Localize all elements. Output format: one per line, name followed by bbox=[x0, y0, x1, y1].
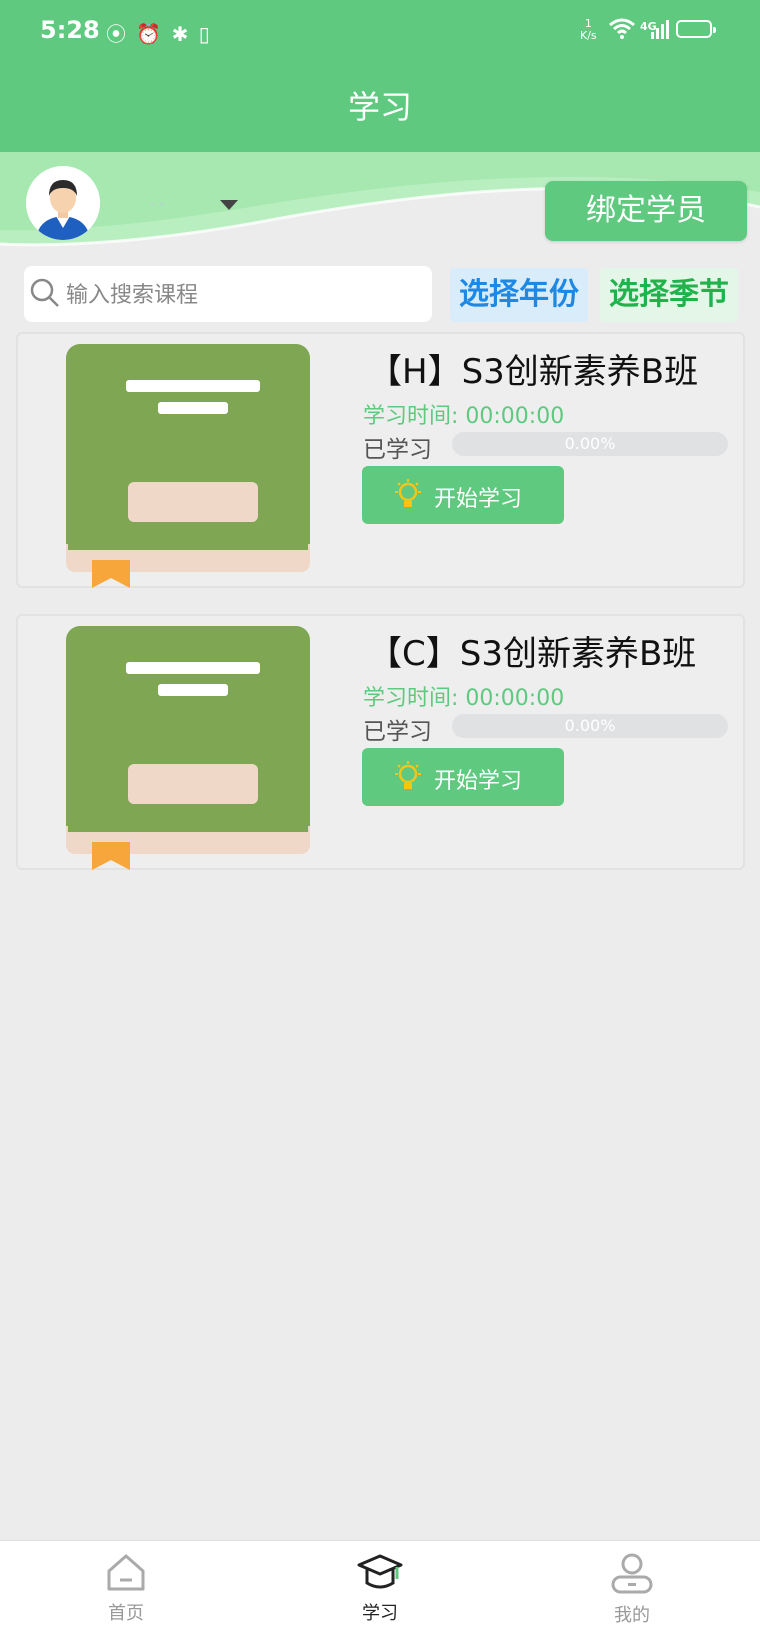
learned-label: 已学习 bbox=[363, 437, 432, 463]
home-icon bbox=[107, 1554, 145, 1591]
learned-label: 已学习 bbox=[363, 719, 432, 745]
progress-text: 0.00% bbox=[564, 716, 616, 735]
nav-study-label: 学习 bbox=[362, 1603, 398, 1624]
book-cover-icon bbox=[66, 626, 310, 870]
course-title: 【H】S3创新素养B班 bbox=[368, 352, 699, 392]
course-card[interactable]: 【C】S3创新素养B班 学习时间: 00:00:00 已学习 0.00% 开始学… bbox=[16, 614, 745, 870]
study-time: 学习时间: 00:00:00 bbox=[363, 686, 565, 711]
student-dropdown-caret-icon[interactable] bbox=[220, 200, 238, 210]
select-season-button[interactable]: 选择季节 bbox=[600, 268, 738, 322]
search-icon bbox=[30, 278, 59, 307]
search-input[interactable] bbox=[64, 274, 428, 316]
progress-bar: 0.00% bbox=[452, 432, 728, 456]
app-header: 5:28 ⦿ ⏰ ✱ ▯ 1 K/s 4G 75 学习 bbox=[0, 0, 760, 152]
nav-profile[interactable]: 我的 bbox=[552, 1553, 712, 1633]
search-box bbox=[24, 266, 432, 322]
signal-icon bbox=[651, 20, 669, 39]
wifi-icon bbox=[609, 18, 635, 39]
bind-student-button[interactable]: 绑定学员 bbox=[545, 181, 747, 241]
status-bar: 5:28 ⦿ ⏰ ✱ ▯ 1 K/s 4G 75 bbox=[0, 0, 760, 62]
nav-home-label: 首页 bbox=[108, 1603, 144, 1624]
course-title: 【C】S3创新素养B班 bbox=[368, 634, 697, 674]
nav-home[interactable]: 首页 bbox=[46, 1553, 206, 1633]
graduation-cap-icon bbox=[357, 1554, 403, 1589]
progress-bar: 0.00% bbox=[452, 714, 728, 738]
start-learning-button[interactable]: 开始学习 bbox=[362, 748, 564, 806]
progress-text: 0.00% bbox=[564, 434, 616, 453]
study-time: 学习时间: 00:00:00 bbox=[363, 404, 565, 429]
lightbulb-icon bbox=[395, 479, 421, 507]
profile-icon bbox=[611, 1553, 653, 1594]
avatar-icon bbox=[26, 166, 100, 240]
nav-study[interactable]: 学习 bbox=[300, 1553, 460, 1633]
select-year-button[interactable]: 选择年份 bbox=[450, 268, 588, 322]
start-learning-label: 开始学习 bbox=[434, 487, 523, 512]
battery-icon: 75 bbox=[676, 20, 716, 38]
network-speed: 1 K/s bbox=[580, 17, 597, 42]
student-avatar[interactable] bbox=[26, 166, 100, 240]
student-name: - - bbox=[150, 196, 165, 212]
bottom-nav: 首页 学习 我的 bbox=[0, 1540, 760, 1641]
book-cover-icon bbox=[66, 344, 310, 588]
course-card[interactable]: 【H】S3创新素养B班 学习时间: 00:00:00 已学习 0.00% 开始学… bbox=[16, 332, 745, 588]
page-title: 学习 bbox=[347, 88, 412, 126]
nav-profile-label: 我的 bbox=[614, 1605, 650, 1626]
status-notification-icons: ⦿ ⏰ ✱ ▯ bbox=[106, 22, 212, 46]
start-learning-button[interactable]: 开始学习 bbox=[362, 466, 564, 524]
lightbulb-icon bbox=[395, 761, 421, 789]
status-time: 5:28 bbox=[40, 16, 100, 44]
start-learning-label: 开始学习 bbox=[434, 769, 523, 794]
